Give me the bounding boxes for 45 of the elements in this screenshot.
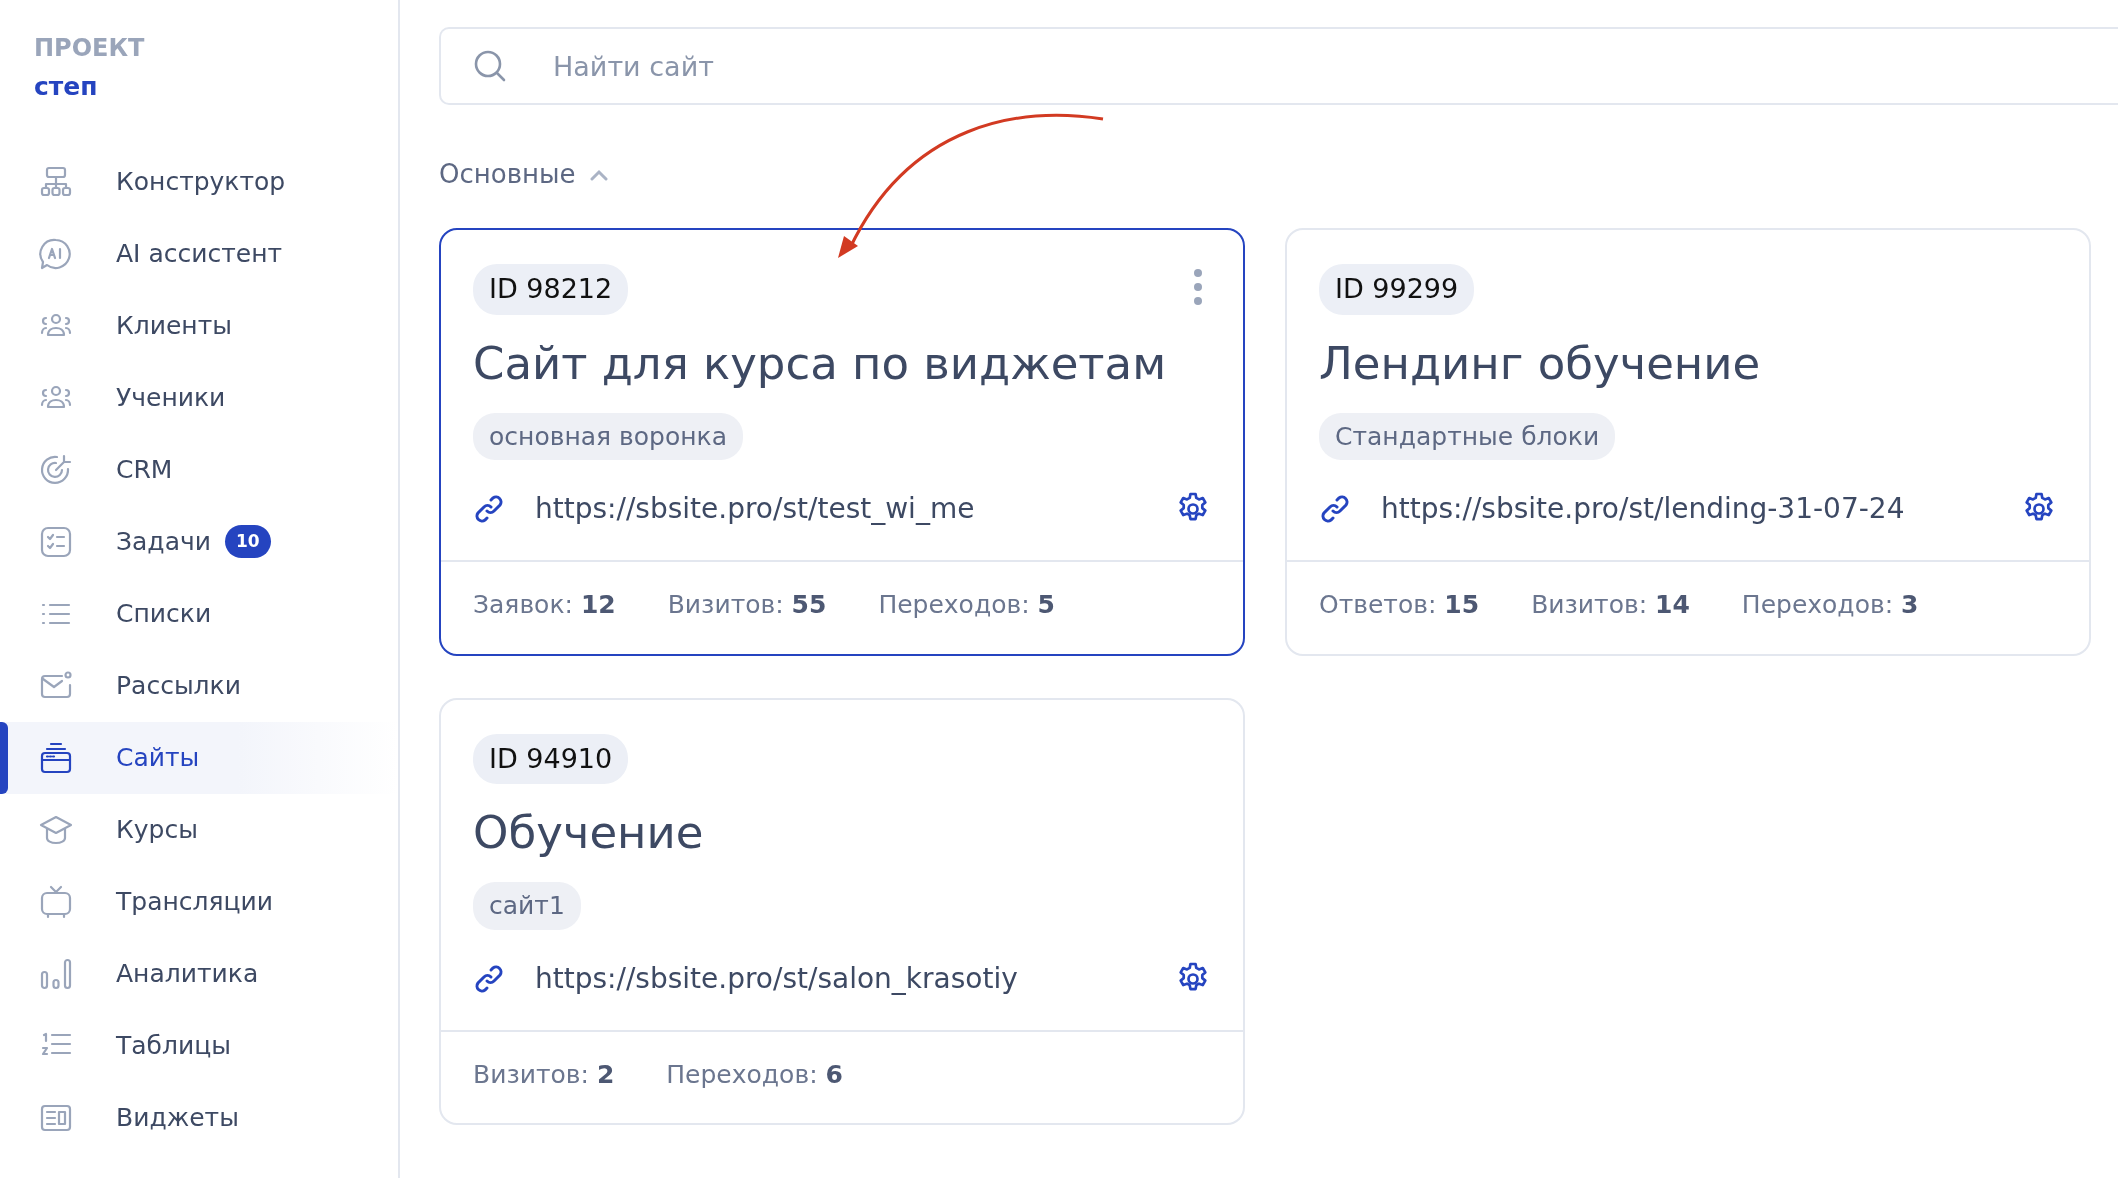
site-card[interactable]: ID 99299 Лендинг обучение Стандартные блоки https://sbsite.pro/st/lending-31-07-24 Ответов: 15 Визитов: 14 Переходов: 3 <box>1285 228 2091 656</box>
tag-chip: основная воронка <box>473 412 744 460</box>
stat-text: Переходов: 6 <box>666 1058 843 1091</box>
project-name[interactable]: степ <box>0 66 398 106</box>
stat-text: Визитов: 14 <box>1531 589 1690 621</box>
stat-text: Переходов: 3 <box>1741 589 1919 621</box>
id-badge: ID 98212 <box>473 264 629 315</box>
site-url[interactable]: https://sbsite.pro/st/test_wi_me <box>535 488 1175 530</box>
site-title: Лендинг обучение <box>1319 336 1762 391</box>
search-icon <box>473 49 507 83</box>
sidebar-item[interactable]: Аналитика <box>0 937 398 1010</box>
stat-text: Ответов: 15 <box>1319 589 1480 621</box>
sidebar-item[interactable]: Клиенты <box>0 289 398 362</box>
stat-text: Визитов: 2 <box>473 1058 615 1091</box>
sidebar-item[interactable]: Конструктор <box>0 145 398 218</box>
sidebar-item[interactable]: Курсы <box>0 793 398 866</box>
count-badge: 10 <box>225 524 271 559</box>
sidebar-item[interactable]: Трансляции <box>0 865 398 938</box>
sidebar-item[interactable]: Ученики <box>0 361 398 434</box>
site-url[interactable]: https://sbsite.pro/st/salon_krasotiy <box>535 957 1175 1000</box>
link-icon <box>473 493 505 525</box>
sidebar-item[interactable]: CRM <box>0 433 398 506</box>
sidebar-item[interactable]: Списки <box>0 577 398 650</box>
site-card[interactable]: ID 94910 Обучение сайт1 https://sbsite.pro/st/salon_krasotiy Визитов: 2 Переходов: 6 <box>439 697 1245 1125</box>
site-url[interactable]: https://sbsite.pro/st/lending-31-07-24 <box>1381 488 2021 530</box>
tv-icon <box>38 883 74 920</box>
section-title: Основные <box>439 158 576 191</box>
project-label: ПРОЕКТ <box>33 33 146 64</box>
sidebar-item[interactable]: Рассылки <box>0 649 398 722</box>
link-icon <box>1319 493 1351 525</box>
site-card[interactable]: ID 98212 Сайт для курса по виджетам основная воронка https://sbsite.pro/st/test_wi_me Заявок: 12 Визитов: 55 Переходов: 5 <box>439 228 1245 656</box>
site-title: Сайт для курса по виджетам <box>473 336 1168 391</box>
sidebar-item[interactable]: Таблицы <box>0 1009 398 1082</box>
id-badge: ID 94910 <box>473 733 629 784</box>
site-title: Обучение <box>473 806 705 860</box>
sidebar-item[interactable]: Виджеты <box>0 1081 398 1154</box>
tag-chip: Стандартные блоки <box>1319 412 1616 460</box>
stat-text: Заявок: 12 <box>473 589 616 621</box>
sidebar-item[interactable]: AI ассистент <box>0 217 398 290</box>
stat-text: Визитов: 55 <box>667 589 827 621</box>
search-field[interactable]: Найти сайт <box>439 27 2118 105</box>
id-badge: ID 99299 <box>1319 264 1475 315</box>
sidebar-item[interactable]: Задачи 10 <box>0 505 398 578</box>
stat-text: Переходов: 5 <box>878 589 1055 621</box>
tag-chip: сайт1 <box>473 882 581 930</box>
